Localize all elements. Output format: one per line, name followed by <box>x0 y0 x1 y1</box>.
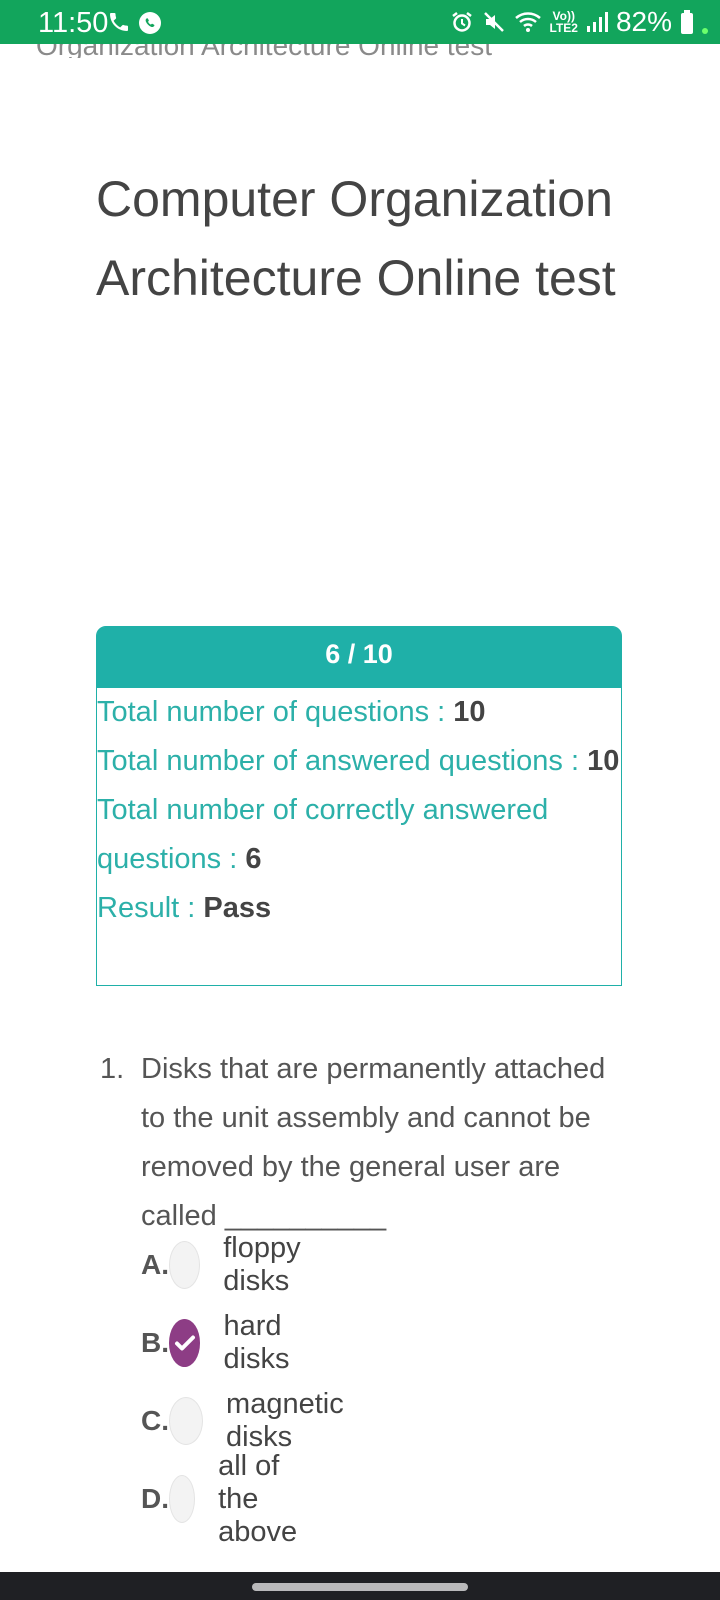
navigation-bar <box>0 1572 720 1600</box>
alarm-icon <box>451 12 472 32</box>
status-left-icons <box>107 10 163 36</box>
question-number: 1. <box>100 1053 125 1085</box>
battery-percentage: 82% <box>615 6 672 37</box>
option-text: hard disks <box>223 1310 290 1375</box>
option-b[interactable]: B. hard disks <box>141 1310 308 1375</box>
result-label: Result : <box>97 892 204 924</box>
status-bar: 11:50 Vo)) LTE2 82% <box>0 0 720 44</box>
score-header: 6 / 10 <box>97 627 621 688</box>
page-title: Computer Organization Architecture Onlin… <box>96 171 616 306</box>
privacy-indicator-dot <box>702 28 708 34</box>
option-c[interactable]: C. magnetic disks <box>141 1388 360 1453</box>
option-a[interactable]: A. floppy disks <box>141 1232 319 1297</box>
answered-questions-line: Total number of answered questions : 10 <box>97 737 621 786</box>
option-d-radio[interactable] <box>169 1475 196 1523</box>
option-letter: A. <box>141 1249 169 1280</box>
volte-indicator: Vo)) LTE2 <box>550 10 578 34</box>
correct-answers-label: Total number of correctly answered quest… <box>97 794 549 875</box>
phone-call-icon <box>110 13 128 31</box>
total-questions-line: Total number of questions : 10 <box>97 688 621 737</box>
battery-icon <box>681 10 693 34</box>
correct-answers-line: Total number of correctly answered quest… <box>97 786 621 884</box>
status-time: 11:50 <box>38 7 109 39</box>
status-right-icons: Vo)) LTE2 82% <box>450 6 708 38</box>
option-letter: D. <box>141 1483 169 1514</box>
option-text: floppy disks <box>223 1232 301 1297</box>
option-text: magnetic disks <box>226 1388 344 1453</box>
total-questions-label: Total number of questions : <box>97 696 454 728</box>
option-letter: B. <box>141 1327 169 1358</box>
total-questions-value: 10 <box>453 696 486 728</box>
option-a-radio[interactable] <box>169 1241 201 1289</box>
checkmark-icon <box>174 1335 195 1351</box>
score-card: 6 / 10 Total number of questions : 10 To… <box>96 626 622 986</box>
answered-questions-value: 10 <box>587 745 620 777</box>
volte-bottom: LTE2 <box>549 21 578 35</box>
option-d[interactable]: D. all of the above <box>141 1450 321 1548</box>
score-details: Total number of questions : 10 Total num… <box>97 688 621 933</box>
correct-answers-value: 6 <box>245 843 262 875</box>
option-text: all of the above <box>218 1449 298 1548</box>
whatsapp-icon <box>139 12 161 34</box>
option-c-radio[interactable] <box>169 1397 204 1445</box>
result-line: Result : Pass <box>97 884 621 933</box>
question-text: Disks that are permanently attached to t… <box>141 1053 606 1232</box>
option-b-radio[interactable] <box>169 1319 201 1367</box>
result-value: Pass <box>203 892 272 924</box>
mute-icon <box>483 12 504 32</box>
option-letter: C. <box>141 1405 169 1436</box>
signal-icon <box>586 12 608 32</box>
home-gesture-handle[interactable] <box>252 1583 468 1591</box>
answered-questions-label: Total number of answered questions : <box>97 745 588 777</box>
wifi-icon <box>514 12 541 32</box>
